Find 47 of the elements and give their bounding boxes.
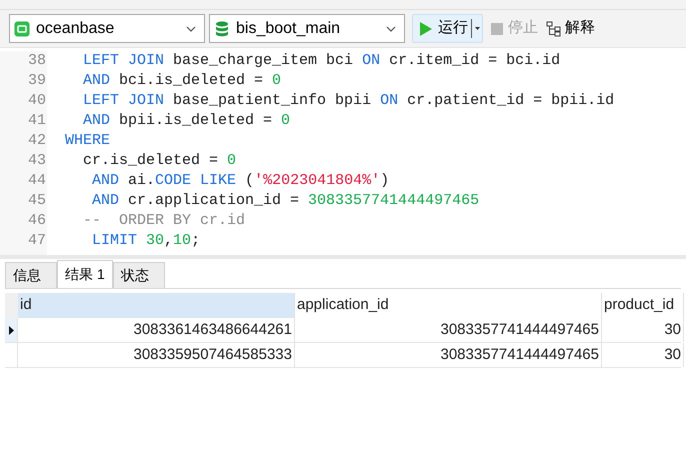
code-line: WHERE [64, 131, 110, 151]
code-line: -- ORDER BY cr.id [82, 211, 246, 231]
line-number: 47 [0, 231, 47, 251]
table-cell: 30 [602, 343, 684, 367]
database-select[interactable]: bis_boot_main [209, 14, 405, 43]
line-number: 39 [0, 71, 47, 91]
caret-down-icon [474, 27, 480, 30]
table-cell: 30 [602, 318, 684, 342]
line-number: 43 [0, 151, 47, 171]
connection-icon [14, 20, 30, 36]
line-number: 46 [0, 211, 47, 231]
code-line: AND cr.application_id = 3083357741444497465 [91, 191, 480, 211]
code-line: AND bpii.is_deleted = 0 [82, 111, 290, 131]
result-tab[interactable]: 信息 [5, 262, 57, 288]
line-number: 45 [0, 191, 47, 211]
column-header[interactable]: application_id [295, 293, 602, 318]
connection-select[interactable]: oceanbase [9, 14, 205, 43]
play-icon [418, 20, 434, 36]
run-menu-button[interactable] [471, 19, 482, 38]
code-line: AND ai.CODE LIKE ('%2023041804%') [91, 171, 390, 191]
chevron-down-icon [186, 26, 196, 32]
result-tab[interactable]: 结果 1 [57, 260, 113, 288]
code-line: cr.is_deleted = 0 [82, 151, 236, 171]
column-header[interactable]: id [18, 293, 295, 318]
result-tab[interactable]: 状态 [113, 262, 165, 288]
chevron-down-icon [386, 26, 396, 32]
column-header[interactable]: product_id [602, 293, 684, 318]
code-line: LIMIT 30,10; [91, 231, 200, 251]
line-number: 38 [0, 51, 47, 71]
table-cell: 3083357741444497465 [295, 318, 602, 342]
row-header[interactable] [5, 318, 18, 342]
code-line: LEFT JOIN base_patient_info bpii ON cr.patient_id = bpii.id [82, 91, 614, 111]
code-line: AND bci.is_deleted = 0 [82, 71, 282, 91]
line-number: 42 [0, 131, 47, 151]
table-cell: 3083357741444497465 [295, 343, 602, 367]
explain-button[interactable]: 解释 [544, 14, 597, 43]
grid-corner [5, 293, 18, 318]
stop-icon [489, 20, 505, 36]
flowchart-icon [546, 20, 562, 36]
line-number: 40 [0, 91, 47, 111]
table-cell: 3083359507464585333 [18, 343, 295, 367]
line-number: 41 [0, 111, 47, 131]
line-number: 44 [0, 171, 47, 191]
code-line: LEFT JOIN base_charge_item bci ON cr.item_id = bci.id [82, 51, 560, 71]
row-pointer-icon [8, 326, 14, 334]
database-icon [214, 20, 230, 36]
table-cell: 3083361463486644261 [18, 318, 295, 342]
